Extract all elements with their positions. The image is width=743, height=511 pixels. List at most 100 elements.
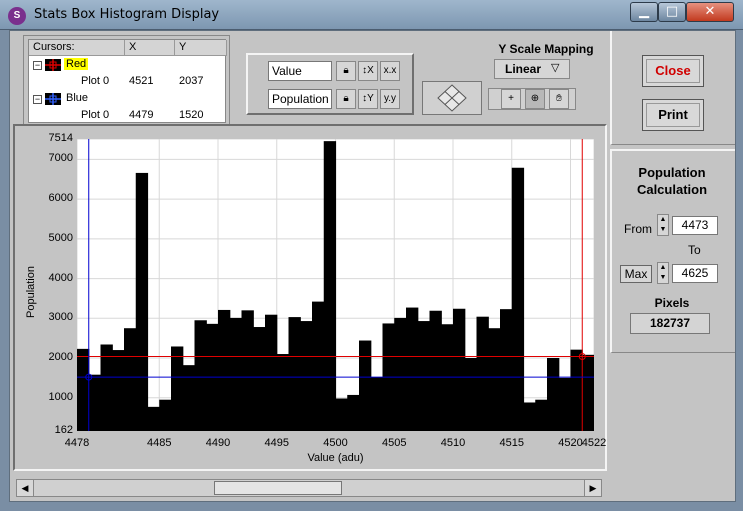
x-axis-name-field[interactable]: Value xyxy=(268,61,332,81)
scroll-left-button[interactable]: ◀ xyxy=(17,480,34,496)
horizontal-scrollbar[interactable]: ◀ ▶ xyxy=(16,479,602,497)
cursor-legend: Cursors: X Y − Red Plot 0 4521 2037 − Bl… xyxy=(23,35,230,127)
client-area: Cursors: X Y − Red Plot 0 4521 2037 − Bl… xyxy=(9,30,736,502)
pixels-label: Pixels xyxy=(654,296,690,310)
x-tick-label: 4495 xyxy=(264,437,289,449)
autoscale-x-icon: ↕X xyxy=(362,65,374,76)
pixels-value: 182737 xyxy=(630,313,710,334)
y-scale-label: Y Scale Mapping xyxy=(498,42,594,56)
histogram-bar xyxy=(558,377,572,431)
population-panel: Population Calculation From ▲ ▼ 4473 To M… xyxy=(610,149,735,353)
histogram-bar xyxy=(300,321,313,431)
histogram-bar xyxy=(582,354,594,431)
x-format-button[interactable]: x.x xyxy=(380,61,400,81)
histogram-bar xyxy=(323,141,337,431)
cursor-table: Cursors: X Y − Red Plot 0 4521 2037 − Bl… xyxy=(28,39,227,123)
x-tick-label: 4490 xyxy=(205,437,231,449)
histogram-bar xyxy=(441,324,454,431)
histogram-bar xyxy=(147,406,160,431)
histogram-bar xyxy=(511,167,525,431)
from-stepper[interactable]: ▲ ▼ xyxy=(657,214,669,236)
y-tick-label: 1000 xyxy=(48,390,73,403)
scroll-thumb[interactable] xyxy=(214,481,342,495)
histogram-bar xyxy=(464,358,478,431)
scroll-right-button[interactable]: ▶ xyxy=(584,480,601,496)
y-tick-label: 162 xyxy=(54,424,73,436)
to-value-field[interactable]: 4625 xyxy=(672,264,718,283)
blue-cursor-swatch[interactable] xyxy=(45,93,61,105)
histogram-bar xyxy=(88,374,102,431)
y-tick-label: 6000 xyxy=(48,192,73,205)
y-scale-select[interactable]: Linear ▽ xyxy=(494,59,570,79)
x-lock-button[interactable]: 🔒︎ xyxy=(336,61,356,81)
close-window-button[interactable]: ✕ xyxy=(686,2,734,22)
histogram-bar xyxy=(535,399,548,431)
lock-icon: 🔒︎ xyxy=(343,93,349,104)
histogram-graph: Population 7514 7000 6000 5000 4000 3000 2000 1… xyxy=(13,124,607,471)
arrow-left-icon: ◀ xyxy=(21,483,29,493)
window-title: Stats Box Histogram Display xyxy=(34,7,220,22)
chevron-down-icon: ▽ xyxy=(551,62,560,74)
close-button[interactable]: Close xyxy=(642,55,704,87)
histogram-bar xyxy=(523,402,536,431)
histogram-bar xyxy=(347,394,360,431)
graph-palette: + ⊕ ✋︎ xyxy=(488,88,576,110)
maximize-button[interactable]: □ xyxy=(658,2,686,22)
collapse-red-toggle[interactable]: − xyxy=(33,61,42,70)
x-tick-label: 4510 xyxy=(440,437,466,449)
red-cursor-x: 4521 xyxy=(129,75,154,87)
title-bar[interactable]: S Stats Box Histogram Display ▁ □ ✕ xyxy=(0,0,743,30)
histogram-bar xyxy=(406,307,419,431)
y-lock-button[interactable]: 🔒︎ xyxy=(336,89,356,109)
histogram-bar xyxy=(229,317,243,431)
histogram-bar xyxy=(488,328,501,431)
blue-cursor-name[interactable]: Blue xyxy=(66,92,88,104)
button-panel: Close Print xyxy=(610,31,735,145)
red-cursor-y: 2037 xyxy=(179,75,204,87)
histogram-bar xyxy=(394,317,407,431)
histogram-bar xyxy=(265,314,278,431)
y-header: Y xyxy=(175,40,227,56)
pan-tool-button[interactable]: ✋︎ xyxy=(549,89,569,109)
to-stepper[interactable]: ▲ ▼ xyxy=(657,262,669,284)
red-cursor-swatch[interactable] xyxy=(45,59,61,71)
close-button-label: Close xyxy=(646,59,700,83)
histogram-bar xyxy=(359,340,372,431)
max-button[interactable]: Max xyxy=(620,265,652,283)
x-tick-label: 4485 xyxy=(147,437,172,449)
histogram-bar xyxy=(218,309,231,431)
y-tick-label: 5000 xyxy=(48,231,73,244)
histogram-bar xyxy=(370,377,384,431)
red-cursor-name[interactable]: Red xyxy=(64,58,89,70)
x-tick-label: 4515 xyxy=(499,437,524,449)
from-value-field[interactable]: 4473 xyxy=(672,216,718,235)
red-cursor-plot: Plot 0 xyxy=(81,75,110,87)
histogram-bar xyxy=(194,320,207,431)
maximize-icon: □ xyxy=(665,4,679,19)
histogram-bar xyxy=(335,398,348,431)
y-tick-label: 7514 xyxy=(48,132,73,144)
plot-area[interactable] xyxy=(77,139,594,431)
histogram-bar xyxy=(159,399,172,431)
zoom-tool-button[interactable]: ⊕ xyxy=(525,89,545,109)
arrow-right-icon: ▶ xyxy=(589,483,597,493)
collapse-blue-toggle[interactable]: − xyxy=(33,95,42,104)
population-title-2: Calculation xyxy=(636,182,708,197)
histogram-bar xyxy=(429,310,442,431)
stepper-arrows-icon: ▲ ▼ xyxy=(659,264,667,281)
y-tick-label: 4000 xyxy=(48,271,73,284)
x-autoscale-button[interactable]: ↕X xyxy=(358,61,378,81)
y-tick-label: 7000 xyxy=(48,152,73,165)
minimize-button[interactable]: ▁ xyxy=(630,2,658,22)
histogram-bar xyxy=(253,327,266,431)
y-autoscale-button[interactable]: ↕Y xyxy=(358,89,378,109)
histogram-bar xyxy=(500,309,513,431)
y-axis-name-field[interactable]: Population xyxy=(268,89,332,109)
blue-cursor-y: 1520 xyxy=(179,109,204,121)
histogram-bar xyxy=(171,346,184,431)
print-button[interactable]: Print xyxy=(642,99,704,131)
y-format-button[interactable]: y.y xyxy=(380,89,400,109)
cursor-tool-button[interactable]: + xyxy=(501,89,521,109)
graph-navigation-button[interactable] xyxy=(422,81,482,115)
blue-cursor-plot: Plot 0 xyxy=(81,109,110,121)
